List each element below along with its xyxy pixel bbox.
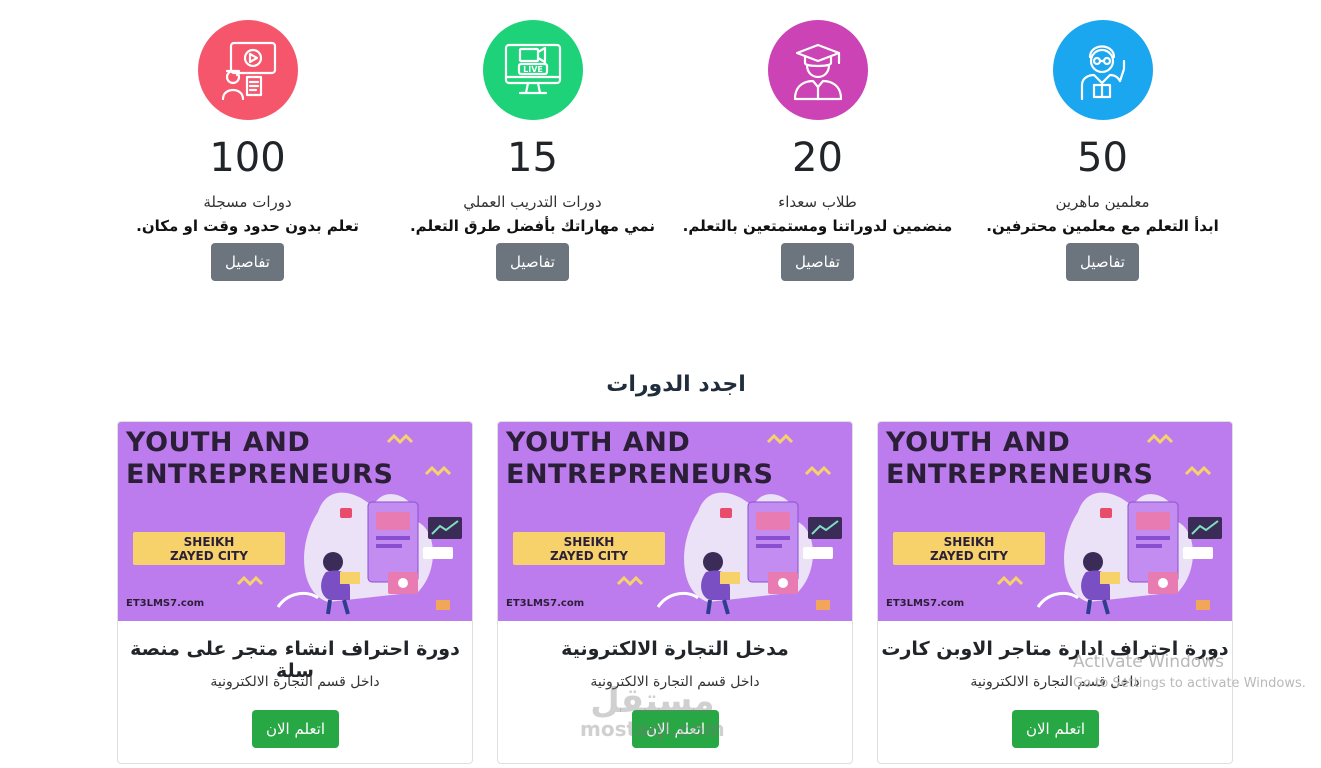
banner-city-tag: SHEIKH ZAYED CITY [893, 532, 1045, 565]
banner-city-line-1: SHEIKH [183, 535, 235, 549]
banner-city-line-1: SHEIKH [563, 535, 615, 549]
stat-number: 100 [209, 135, 286, 181]
course-banner-image: YOUTH AND ENTREPRENEURS SHEIKH ZAYED CITY… [878, 422, 1232, 621]
banner-site: ET3LMS7.com [886, 598, 965, 609]
stat-recorded-courses: 100 دورات مسجلة تعلم بدون حدود وقت او مك… [105, 20, 390, 281]
stat-description: ابدأ التعلم مع معلمين محترفين. [986, 217, 1219, 235]
stat-number: 20 [792, 135, 843, 181]
mostaql-watermark-arabic: مستقل [590, 681, 715, 721]
teacher-icon [1052, 20, 1153, 120]
stat-practical-training: LIVE 15 دورات التدريب العملي نمي مهاراتك… [390, 20, 675, 281]
live-training-icon: LIVE [482, 20, 583, 120]
course-category: داخل قسم التجارة الالكترونية [210, 674, 380, 690]
banner-headline-1: YOUTH AND [886, 427, 1071, 458]
banner-site: ET3LMS7.com [126, 598, 205, 609]
mostaql-watermark-url: mostaql.com [580, 717, 725, 741]
banner-city-tag: SHEIKH ZAYED CITY [133, 532, 285, 565]
course-card[interactable]: YOUTH AND ENTREPRENEURS SHEIKH ZAYED CITY… [117, 421, 473, 764]
windows-activation-watermark: Activate Windows Go to Settings to activ… [1073, 652, 1306, 691]
banner-headline-2: ENTREPRENEURS [886, 459, 1154, 490]
stat-description: تعلم بدون حدود وقت او مكان. [136, 217, 359, 235]
stat-description: نمي مهاراتك بأفضل طرق التعلم. [409, 217, 656, 235]
stat-label: طلاب سعداء [778, 193, 857, 211]
details-button[interactable]: تفاصيل [496, 243, 569, 281]
course-title[interactable]: مدخل التجارة الالكترونية [498, 638, 852, 660]
graduate-student-icon [767, 20, 868, 120]
banner-headline-1: YOUTH AND [126, 427, 311, 458]
banner-city-line-2: ZAYED CITY [549, 549, 628, 563]
stat-label: دورات التدريب العملي [463, 193, 602, 211]
details-button[interactable]: تفاصيل [1066, 243, 1139, 281]
banner-city-line-2: ZAYED CITY [929, 549, 1008, 563]
video-course-icon [197, 20, 298, 120]
banner-city-line-1: SHEIKH [943, 535, 995, 549]
banner-headline-1: YOUTH AND [506, 427, 691, 458]
banner-city-tag: SHEIKH ZAYED CITY [513, 532, 665, 565]
details-button[interactable]: تفاصيل [781, 243, 854, 281]
latest-courses-heading: اجدد الدورات [606, 372, 746, 397]
activation-subtitle: Go to Settings to activate Windows. [1073, 676, 1306, 691]
stat-number: 50 [1077, 135, 1128, 181]
stat-happy-students: 20 طلاب سعداء منضمين لدوراتنا ومستمتعين … [675, 20, 960, 281]
stats-section: 100 دورات مسجلة تعلم بدون حدود وقت او مك… [0, 0, 1321, 300]
details-button[interactable]: تفاصيل [211, 243, 284, 281]
banner-headline-2: ENTREPRENEURS [126, 459, 394, 490]
activation-title: Activate Windows [1073, 652, 1224, 672]
learn-now-button[interactable]: اتعلم الان [252, 710, 339, 748]
learn-now-button[interactable]: اتعلم الان [1012, 710, 1099, 748]
course-banner-image: YOUTH AND ENTREPRENEURS SHEIKH ZAYED CITY… [118, 422, 472, 621]
stat-description: منضمين لدوراتنا ومستمتعين بالتعلم. [682, 217, 953, 235]
stat-skilled-teachers: 50 معلمين ماهرين ابدأ التعلم مع معلمين م… [960, 20, 1245, 281]
course-card[interactable]: YOUTH AND ENTREPRENEURS SHEIKH ZAYED CITY… [877, 421, 1233, 764]
banner-site: ET3LMS7.com [506, 598, 585, 609]
course-banner-image: YOUTH AND ENTREPRENEURS SHEIKH ZAYED CITY… [498, 422, 852, 621]
mostaql-watermark: مستقل mostaql.com [580, 683, 725, 739]
svg-text:LIVE: LIVE [523, 65, 543, 74]
stat-number: 15 [507, 135, 558, 181]
banner-city-line-2: ZAYED CITY [169, 549, 248, 563]
banner-headline-2: ENTREPRENEURS [506, 459, 774, 490]
stat-label: دورات مسجلة [203, 193, 292, 211]
stat-label: معلمين ماهرين [1055, 193, 1150, 211]
